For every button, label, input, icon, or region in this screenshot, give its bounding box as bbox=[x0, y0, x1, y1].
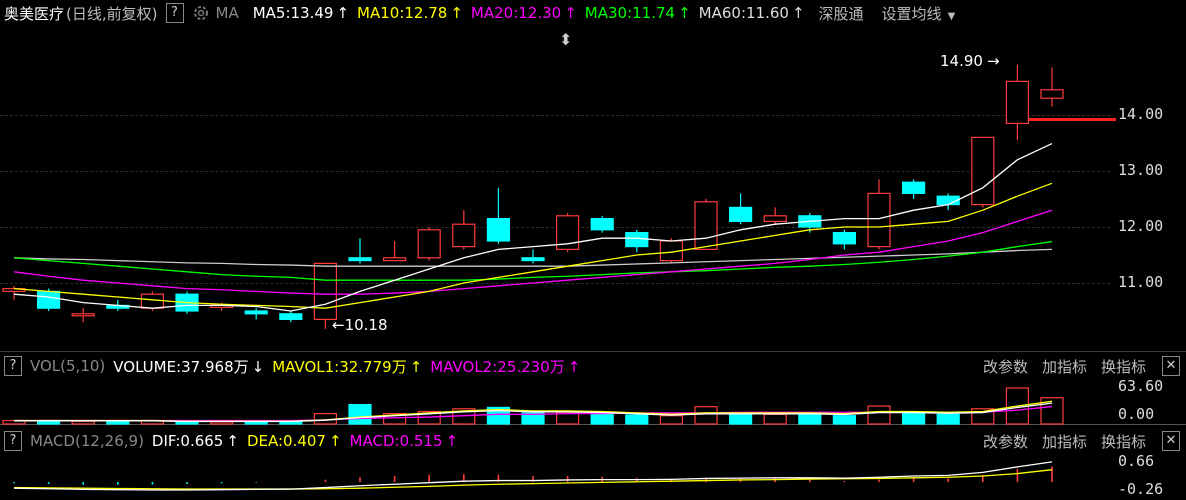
volume-bar bbox=[1040, 397, 1064, 425]
volume-baseline bbox=[0, 424, 1186, 425]
candle-body bbox=[832, 232, 857, 245]
volume-bar bbox=[901, 412, 926, 425]
candle-body bbox=[348, 257, 372, 262]
candle-body bbox=[694, 201, 718, 251]
volume-tick-bottom: 0.00 bbox=[1118, 405, 1155, 423]
ma5-line bbox=[13, 142, 1053, 312]
macd-value: MACD:0.515 ↑ bbox=[349, 432, 459, 450]
candle-body bbox=[728, 206, 753, 222]
volume-bar bbox=[521, 412, 545, 425]
volume-bar bbox=[798, 414, 822, 425]
volume-bar bbox=[486, 406, 510, 425]
panel-divider bbox=[0, 351, 1186, 352]
candle-body bbox=[590, 218, 614, 231]
volume-bar bbox=[452, 408, 476, 425]
volume-value: VOLUME:37.968万 ↓ bbox=[113, 357, 265, 376]
volume-bar bbox=[694, 406, 718, 425]
macd-help-button[interactable]: ? bbox=[4, 431, 22, 451]
candle-body bbox=[279, 313, 303, 320]
price-chart[interactable] bbox=[0, 0, 1186, 350]
macd-tick-top: 0.66 bbox=[1118, 452, 1155, 470]
candle-body bbox=[763, 215, 787, 223]
volume-bar bbox=[659, 415, 684, 425]
volume-tick-top: 63.60 bbox=[1118, 377, 1164, 395]
candle-body bbox=[867, 192, 891, 248]
mavol2-line bbox=[14, 405, 1053, 422]
dea-value: DEA:0.407 ↑ bbox=[246, 432, 342, 450]
dea-line bbox=[13, 469, 1053, 490]
switch-indicator-button[interactable]: 换指标 bbox=[1101, 431, 1146, 452]
change-params-button[interactable]: 改参数 bbox=[983, 356, 1028, 377]
close-macd-button[interactable]: ✕ bbox=[1162, 431, 1180, 451]
candle-body bbox=[452, 223, 476, 248]
add-indicator-button[interactable]: 加指标 bbox=[1042, 356, 1087, 377]
volume-bar bbox=[348, 404, 372, 425]
change-params-button[interactable]: 改参数 bbox=[983, 431, 1028, 452]
add-indicator-button[interactable]: 加指标 bbox=[1042, 431, 1087, 452]
volume-bar bbox=[867, 405, 891, 425]
volume-bar bbox=[383, 413, 407, 425]
macd-indicator-title[interactable]: MACD(12,26,9) bbox=[30, 432, 144, 450]
volume-bar bbox=[971, 408, 995, 425]
candle-body bbox=[244, 310, 268, 315]
mavol2-value: MAVOL2:25.230万 ↑ bbox=[430, 357, 581, 376]
candle-body bbox=[383, 257, 407, 262]
dif-value: DIF:0.665 ↑ bbox=[151, 432, 239, 450]
volume-indicator-title[interactable]: VOL(5,10) bbox=[30, 357, 105, 375]
volume-bar bbox=[936, 413, 960, 425]
volume-bar bbox=[417, 410, 441, 425]
candle-body bbox=[71, 313, 95, 317]
macd-tick-bottom: -0.26 bbox=[1118, 480, 1164, 498]
volume-ma-line bbox=[14, 402, 1053, 423]
candle-body bbox=[901, 181, 926, 194]
candle-body bbox=[971, 136, 995, 206]
candle-body bbox=[486, 218, 510, 242]
volume-bar bbox=[313, 413, 337, 425]
candle-body bbox=[1040, 89, 1064, 99]
candle-body bbox=[313, 262, 337, 320]
mavol1-line bbox=[14, 400, 1053, 422]
volume-bar bbox=[555, 411, 580, 425]
candle-body bbox=[417, 229, 441, 259]
ma10-line bbox=[13, 182, 1053, 309]
close-volume-button[interactable]: ✕ bbox=[1162, 356, 1180, 376]
candle-body bbox=[625, 232, 649, 248]
mavol1-value: MAVOL1:32.779万 ↑ bbox=[272, 357, 423, 376]
candle-body bbox=[140, 293, 164, 309]
volume-bar bbox=[763, 413, 787, 425]
volume-bar bbox=[625, 414, 649, 425]
dif-line bbox=[13, 461, 1053, 491]
volume-bar bbox=[832, 415, 857, 425]
volume-bar bbox=[1005, 387, 1030, 425]
candle-body bbox=[1005, 80, 1030, 125]
volume-bar bbox=[590, 413, 614, 425]
macd-actions: 改参数 加指标 换指标 bbox=[983, 431, 1146, 452]
candle-body bbox=[36, 290, 61, 309]
volume-actions: 改参数 加指标 换指标 bbox=[983, 356, 1146, 377]
volume-bar bbox=[728, 412, 753, 425]
candle-body bbox=[521, 257, 545, 262]
switch-indicator-button[interactable]: 换指标 bbox=[1101, 356, 1146, 377]
volume-help-button[interactable]: ? bbox=[4, 356, 22, 376]
